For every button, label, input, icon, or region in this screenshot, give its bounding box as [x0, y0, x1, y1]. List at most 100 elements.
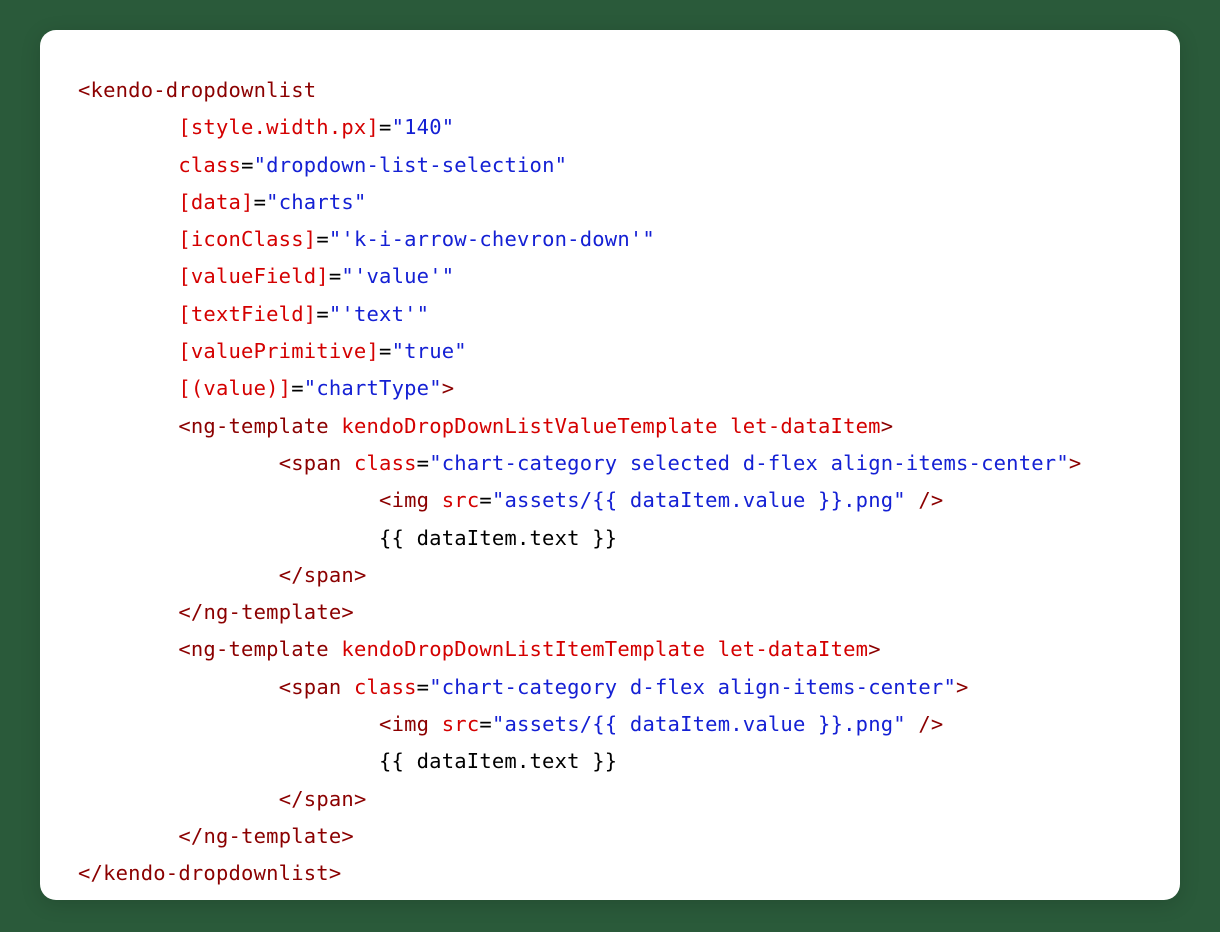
- token-punct-tag: </: [178, 600, 203, 624]
- token-tag: span: [291, 675, 341, 699]
- token-attr: [textField]: [178, 302, 316, 326]
- token-val: "chart-category selected d-flex align-it…: [429, 451, 1069, 475]
- token-attr: src: [442, 712, 480, 736]
- token-txt: =: [329, 264, 342, 288]
- token-txt: =: [479, 488, 492, 512]
- token-attr: let-dataItem: [718, 637, 869, 661]
- code-line: [valueField]="'value'": [78, 264, 454, 288]
- token-tag: img: [392, 488, 430, 512]
- token-txt: =: [316, 227, 329, 251]
- token-attr: let-dataItem: [730, 414, 881, 438]
- token-val: "'text'": [329, 302, 429, 326]
- code-line: </ng-template>: [78, 600, 354, 624]
- code-line: </kendo-dropdownlist>: [78, 861, 341, 885]
- code-line: [data]="charts": [78, 190, 367, 214]
- code-block: <kendo-dropdownlist [style.width.px]="14…: [78, 72, 1142, 893]
- token-tag: ng-template: [191, 637, 329, 661]
- token-tag: ng-template: [203, 824, 341, 848]
- token-attr: class: [178, 153, 241, 177]
- token-txt: [429, 488, 442, 512]
- token-punct-tag: </: [279, 787, 304, 811]
- token-attr: [iconClass]: [178, 227, 316, 251]
- token-attr: kendoDropDownListValueTemplate: [341, 414, 717, 438]
- token-punct-tag: <: [379, 488, 392, 512]
- token-txt: =: [417, 675, 430, 699]
- token-txt: [329, 637, 342, 661]
- code-line: <span class="chart-category selected d-f…: [78, 451, 1081, 475]
- token-punct-tag: >: [341, 824, 354, 848]
- token-tag: kendo-dropdownlist: [91, 78, 317, 102]
- token-attr: class: [354, 451, 417, 475]
- token-val: "140": [392, 115, 455, 139]
- code-line: <img src="assets/{{ dataItem.value }}.pn…: [78, 712, 943, 736]
- token-txt: {{ dataItem.text }}: [379, 526, 617, 550]
- code-line: [valuePrimitive]="true": [78, 339, 467, 363]
- code-line: </span>: [78, 563, 367, 587]
- token-val: "chartType": [304, 376, 442, 400]
- token-txt: [329, 414, 342, 438]
- code-line: {{ dataItem.text }}: [78, 526, 617, 550]
- code-line: <ng-template kendoDropDownListItemTempla…: [78, 637, 881, 661]
- token-txt: =: [379, 115, 392, 139]
- token-punct-tag: <: [279, 451, 292, 475]
- token-val: "dropdown-list-selection": [254, 153, 568, 177]
- token-tag: ng-template: [191, 414, 329, 438]
- token-attr: src: [442, 488, 480, 512]
- token-punct-tag: </: [178, 824, 203, 848]
- token-punct-tag: </: [78, 861, 103, 885]
- token-val: "'k-i-arrow-chevron-down'": [329, 227, 655, 251]
- token-txt: [705, 637, 718, 661]
- token-punct-tag: >: [354, 787, 367, 811]
- token-attr: [valuePrimitive]: [178, 339, 379, 363]
- token-txt: [718, 414, 731, 438]
- token-punct-tag: <: [178, 637, 191, 661]
- code-line: <span class="chart-category d-flex align…: [78, 675, 969, 699]
- code-line: class="dropdown-list-selection": [78, 153, 567, 177]
- token-attr: class: [354, 675, 417, 699]
- code-snippet-card: <kendo-dropdownlist [style.width.px]="14…: [40, 30, 1180, 900]
- token-attr: [valueField]: [178, 264, 329, 288]
- token-punct-tag: >: [881, 414, 894, 438]
- token-punct-tag: >: [442, 376, 455, 400]
- token-tag: kendo-dropdownlist: [103, 861, 329, 885]
- token-txt: =: [254, 190, 267, 214]
- token-punct-tag: >: [341, 600, 354, 624]
- token-txt: =: [379, 339, 392, 363]
- token-val: "chart-category d-flex align-items-cente…: [429, 675, 956, 699]
- token-punct-tag: />: [918, 712, 943, 736]
- token-txt: [341, 675, 354, 699]
- token-txt: [341, 451, 354, 475]
- token-punct-tag: <: [178, 414, 191, 438]
- token-val: "'value'": [341, 264, 454, 288]
- code-line: {{ dataItem.text }}: [78, 749, 617, 773]
- token-attr: [style.width.px]: [178, 115, 379, 139]
- token-attr: [data]: [178, 190, 253, 214]
- token-attr: [(value)]: [178, 376, 291, 400]
- token-punct-tag: <: [279, 675, 292, 699]
- code-line: [iconClass]="'k-i-arrow-chevron-down'": [78, 227, 655, 251]
- token-val: "assets/{{ dataItem.value }}.png": [492, 488, 906, 512]
- token-tag: img: [392, 712, 430, 736]
- token-punct-tag: </: [279, 563, 304, 587]
- token-txt: [429, 712, 442, 736]
- token-val: "charts": [266, 190, 366, 214]
- token-punct-tag: >: [956, 675, 969, 699]
- token-txt: =: [417, 451, 430, 475]
- code-line: <img src="assets/{{ dataItem.value }}.pn…: [78, 488, 943, 512]
- code-line: [(value)]="chartType">: [78, 376, 454, 400]
- token-txt: =: [479, 712, 492, 736]
- token-val: "true": [392, 339, 467, 363]
- token-txt: =: [291, 376, 304, 400]
- token-punct-tag: />: [918, 488, 943, 512]
- token-txt: =: [316, 302, 329, 326]
- token-tag: span: [291, 451, 341, 475]
- token-txt: [906, 488, 919, 512]
- token-punct-tag: <: [78, 78, 91, 102]
- code-line: <ng-template kendoDropDownListValueTempl…: [78, 414, 893, 438]
- token-punct-tag: >: [1069, 451, 1082, 475]
- code-line: </ng-template>: [78, 824, 354, 848]
- token-tag: ng-template: [203, 600, 341, 624]
- token-punct-tag: >: [868, 637, 881, 661]
- code-line: <kendo-dropdownlist: [78, 78, 316, 102]
- code-line: </span>: [78, 787, 367, 811]
